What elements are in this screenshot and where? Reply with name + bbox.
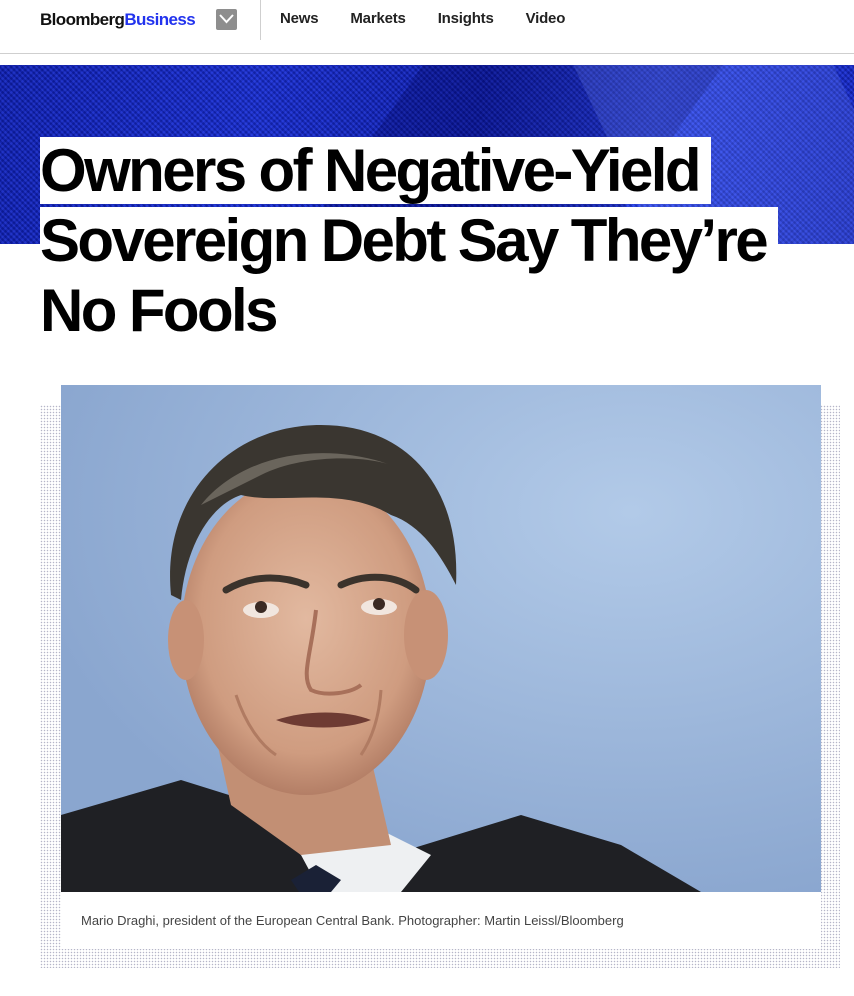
photo-caption: Mario Draghi, president of the European …: [81, 913, 624, 928]
portrait-illustration: [61, 385, 821, 892]
headline-line: Sovereign Debt Say They’re: [40, 207, 779, 274]
article-figure: Mario Draghi, president of the European …: [61, 385, 821, 949]
menu-toggle-button[interactable]: [216, 9, 237, 30]
site-header: BloombergBusiness News Markets Insights …: [0, 0, 854, 54]
nav-insights[interactable]: Insights: [438, 10, 494, 28]
lead-photo[interactable]: [61, 385, 821, 892]
main-nav: News Markets Insights Video: [280, 10, 597, 28]
headline-line: No Fools: [40, 277, 288, 344]
nav-markets[interactable]: Markets: [350, 10, 405, 28]
nav-video[interactable]: Video: [526, 10, 566, 28]
nav-divider: [260, 0, 261, 40]
nav-news[interactable]: News: [280, 10, 319, 28]
article-headline: Owners of Negative-Yield Sovereign Debt …: [40, 136, 830, 346]
logo-business: Business: [124, 10, 196, 29]
chevron-down-icon: [219, 14, 234, 24]
headline-line: Owners of Negative-Yield: [40, 137, 711, 204]
logo-bloomberg: Bloomberg: [40, 10, 125, 29]
bloomberg-business-logo[interactable]: BloombergBusiness: [40, 10, 196, 30]
